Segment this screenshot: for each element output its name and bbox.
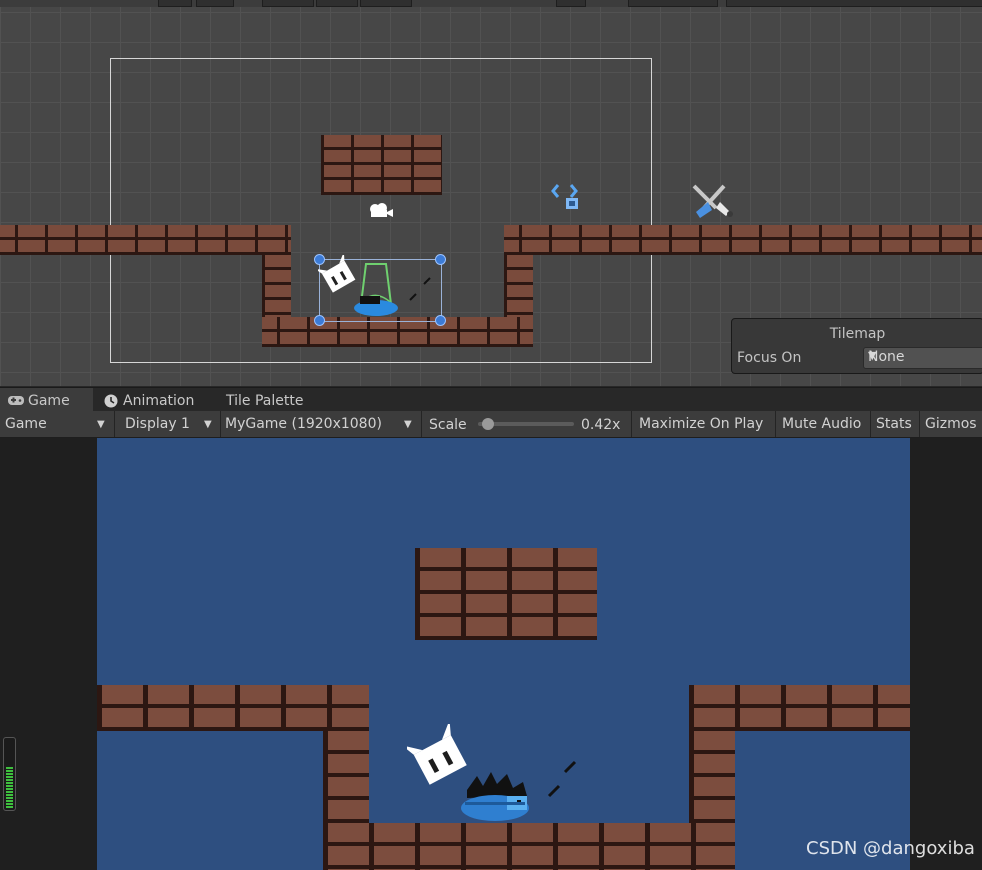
audio-level-fill	[6, 767, 13, 808]
brick-floor	[323, 823, 735, 870]
game-canvas[interactable]	[97, 438, 910, 870]
scene-view[interactable]: Tilemap Focus On None ▼	[0, 0, 982, 386]
player-collider-icon	[354, 263, 398, 316]
camera-gizmo-icon[interactable]	[367, 201, 393, 219]
focus-on-label: Focus On	[737, 350, 802, 366]
audio-level-meter	[3, 737, 16, 811]
tilemap-overlay-title: Tilemap	[829, 326, 886, 342]
toolbar-divider	[775, 411, 776, 437]
toolbar-segment[interactable]	[262, 0, 314, 7]
selection-handle[interactable]	[435, 254, 446, 265]
toolbar-segment[interactable]	[628, 0, 718, 7]
gizmos-toggle[interactable]: Gizmos	[925, 411, 977, 437]
chevron-down-icon: ▼	[868, 349, 877, 362]
toolbar-segment[interactable]	[316, 0, 358, 7]
resolution-select-value: MyGame (1920x1080)	[225, 416, 382, 432]
scale-slider-thumb[interactable]	[482, 418, 495, 430]
brick-ledge-left	[0, 225, 291, 255]
editor-tab-bar: Game Animation Tile Palette	[0, 387, 982, 412]
display-select-value: Display 1	[125, 416, 190, 432]
effect-sprite-icon	[547, 760, 577, 798]
gamepad-icon	[8, 396, 24, 405]
effect-sprite-icon	[409, 277, 431, 301]
toolbar-divider	[114, 411, 115, 437]
toolbar-divider	[631, 411, 632, 437]
toolbar-divider	[919, 411, 920, 437]
chevron-down-icon: ▼	[204, 419, 212, 430]
selection-handle[interactable]	[314, 315, 325, 326]
toolbar-segment[interactable]	[158, 0, 192, 7]
focus-on-select[interactable]: None ▼	[863, 347, 982, 369]
player-sprite-icon	[461, 772, 529, 821]
toolbar-segment[interactable]	[360, 0, 412, 7]
scale-label: Scale	[429, 417, 467, 433]
game-toolbar: Game ▼ Display 1 ▼ MyGame (1920x1080) ▼ …	[0, 411, 982, 438]
brick-wall-left	[323, 731, 369, 823]
tilemap-overlay: Tilemap Focus On None ▼	[731, 318, 982, 374]
mute-audio-toggle[interactable]: Mute Audio	[782, 411, 861, 437]
scene-toolbar	[0, 0, 982, 7]
tab-tile-palette[interactable]: Tile Palette	[218, 388, 318, 412]
scale-slider-track[interactable]	[478, 418, 574, 430]
brick-wall-right	[689, 731, 735, 823]
game-view-select-value: Game	[5, 416, 47, 432]
game-view-select[interactable]: Game ▼	[0, 411, 112, 437]
tool-gizmo-icon[interactable]	[690, 182, 736, 222]
brick-block-top	[321, 135, 442, 195]
brick-wall-left	[262, 255, 291, 317]
toolbar-segment[interactable]	[196, 0, 234, 7]
toolbar-divider	[421, 411, 422, 437]
tab-animation[interactable]: Animation	[96, 388, 214, 412]
brick-ledge-left	[97, 685, 369, 731]
clock-icon	[104, 394, 118, 408]
brick-ledge-right	[689, 685, 910, 731]
maximize-on-play-toggle[interactable]: Maximize On Play	[639, 411, 763, 437]
chevron-down-icon: ▼	[97, 419, 105, 430]
brick-ledge-right	[504, 225, 982, 255]
watermark: CSDN @dangoxiba	[806, 838, 975, 859]
selection-handle[interactable]	[435, 315, 446, 326]
brick-block-top	[415, 548, 597, 640]
grid-gizmo-icon[interactable]	[551, 183, 581, 211]
scale-value: 0.42x	[581, 417, 621, 433]
chevron-down-icon: ▼	[404, 419, 412, 430]
toolbar-segment[interactable]	[556, 0, 586, 7]
toolbar-segment[interactable]	[726, 0, 982, 7]
display-select[interactable]: Display 1 ▼	[116, 411, 219, 437]
stats-toggle[interactable]: Stats	[876, 411, 912, 437]
resolution-select[interactable]: MyGame (1920x1080) ▼	[221, 411, 419, 437]
brick-wall-right	[504, 255, 533, 317]
tab-game[interactable]: Game	[0, 388, 93, 412]
toolbar-divider	[870, 411, 871, 437]
